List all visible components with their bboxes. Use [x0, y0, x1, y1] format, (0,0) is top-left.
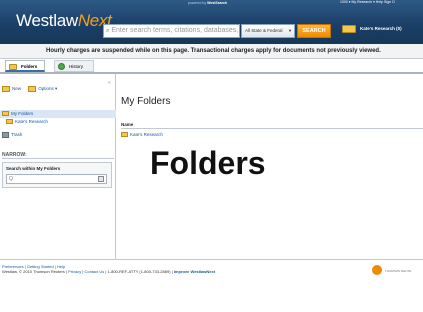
footer-legal: Westlaw. © 2010 Thomson Reuters | Privac… — [2, 269, 216, 274]
trash-link[interactable]: Trash — [2, 132, 22, 138]
contact-link[interactable]: Contact Us — [84, 269, 104, 274]
trash-icon — [2, 132, 9, 138]
collapse-sidebar-icon[interactable]: « — [108, 80, 111, 86]
top-links[interactable]: 1000 ▾ My Research ▾ Help Sign O — [340, 0, 395, 4]
footer: Preferences | Getting Started | Help Wes… — [0, 259, 423, 279]
overlay-title: Folders — [150, 145, 266, 181]
folder-icon — [2, 111, 9, 117]
options-icon — [28, 86, 37, 92]
jurisdiction-select[interactable]: All State & Federal ▼ — [241, 24, 295, 38]
thomson-reuters-logo-icon — [372, 265, 382, 275]
search-icon: ⌕ — [106, 28, 110, 34]
charges-notice: Hourly charges are suspended while on th… — [0, 44, 423, 59]
search-within-label: Search within My Folders — [6, 166, 61, 171]
tree-item-kates-research[interactable]: Kate's Research — [0, 118, 116, 126]
folder-tree: My Folders Kate's Research — [0, 110, 116, 126]
search-within-input[interactable]: Q — [6, 174, 107, 184]
tab-bar: Folders History — [0, 59, 423, 73]
top-header: powered by WestSearch 1000 ▾ My Research… — [0, 0, 423, 44]
privacy-link[interactable]: Privacy — [68, 269, 81, 274]
sidebar-toolbar: New Options ▾ — [2, 86, 57, 92]
folder-row[interactable]: Kate's Research — [121, 131, 423, 139]
westlaw-logo[interactable]: WestlawNext — [16, 11, 112, 31]
phone-number: 1-800-REF-ATTY (1-800-733-2889) — [107, 269, 171, 274]
search-within-panel: Search within My Folders Q — [2, 162, 112, 188]
tab-history[interactable]: History — [54, 60, 94, 72]
new-folder-button[interactable]: New — [2, 86, 21, 92]
powered-by: powered by WestSearch — [188, 1, 228, 5]
folder-icon — [121, 132, 128, 138]
page-bottom — [0, 279, 423, 312]
research-folder-link[interactable]: Kate's Research (0) — [342, 25, 402, 33]
search-input[interactable]: ⌕ Enter search terms, citations, database… — [103, 24, 240, 38]
options-button[interactable]: Options ▾ — [28, 86, 57, 92]
search-within-button[interactable] — [98, 176, 104, 182]
history-icon — [58, 63, 65, 71]
tab-folders[interactable]: Folders — [5, 60, 45, 72]
thomson-reuters-brand: THOMSON REUTE — [385, 269, 412, 273]
folder-icon — [342, 25, 356, 33]
improve-link[interactable]: Improve WestlawNext — [174, 269, 215, 274]
page-title: My Folders — [121, 96, 171, 107]
search-button[interactable]: SEARCH — [297, 24, 331, 38]
main-content: My Folders Name Kate's Research Folders — [117, 74, 423, 259]
tree-item-my-folders[interactable]: My Folders — [0, 110, 116, 118]
chevron-down-icon: ▼ — [288, 28, 292, 33]
new-folder-icon — [2, 86, 10, 92]
divider — [2, 158, 114, 159]
column-header-name[interactable]: Name — [121, 121, 423, 129]
folder-icon — [6, 119, 13, 125]
folder-icon — [9, 63, 17, 70]
sidebar: « New Options ▾ My Folders Kate's Resear… — [0, 74, 116, 259]
